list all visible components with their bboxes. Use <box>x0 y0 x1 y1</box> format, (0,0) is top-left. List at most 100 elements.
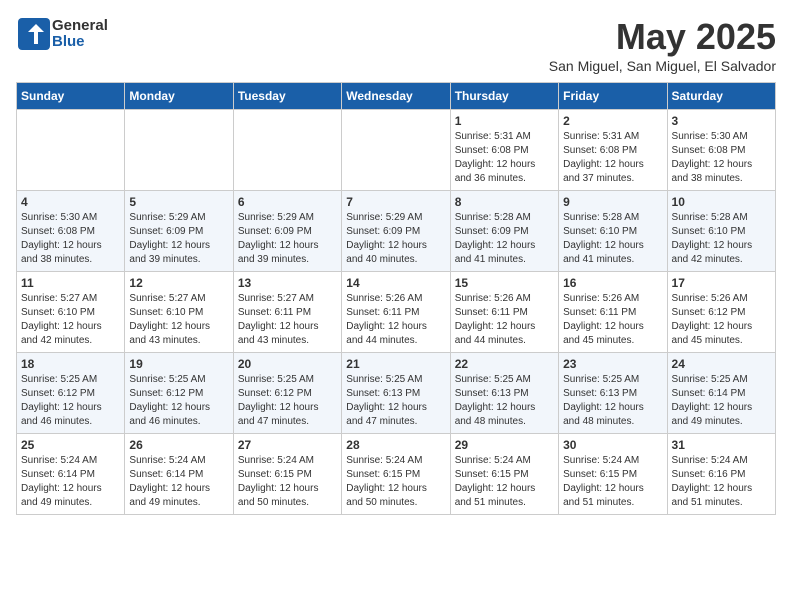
calendar-cell: 10Sunrise: 5:28 AM Sunset: 6:10 PM Dayli… <box>667 191 775 272</box>
day-info: Sunrise: 5:27 AM Sunset: 6:10 PM Dayligh… <box>129 292 228 348</box>
day-number: 3 <box>672 114 771 128</box>
calendar-cell: 15 Sunrise: 5:26 AM Sunset: 6:11 PM Dayli… <box>450 272 558 353</box>
calendar-cell: 27 Sunrise: 5:24 AM Sunset: 6:15 PM Dayli… <box>233 434 341 515</box>
day-info: Sunrise: 5:30 AM Sunset: 6:08 PM Dayligh… <box>672 130 771 186</box>
weekday-header-row: SundayMondayTuesdayWednesdayThursdayFrid… <box>17 83 776 110</box>
day-number: 27 <box>238 438 337 452</box>
day-info: Sunrise: 5:25 AM Sunset: 6:13 PM Dayligh… <box>346 373 445 429</box>
calendar-cell: 11Sunrise: 5:27 AM Sunset: 6:10 PM Dayli… <box>17 272 125 353</box>
day-number: 18 <box>21 357 120 371</box>
day-info: Sunrise: 5:24 AM Sunset: 6:15 PM Dayligh… <box>346 454 445 510</box>
calendar-cell: 5 Sunrise: 5:29 AM Sunset: 6:09 PM Daylig… <box>125 191 233 272</box>
calendar-cell <box>125 110 233 191</box>
calendar-cell: 13 Sunrise: 5:27 AM Sunset: 6:11 PM Dayli… <box>233 272 341 353</box>
title-block: May 2025 San Miguel, San Miguel, El Salv… <box>549 16 776 74</box>
logo-blue: Blue <box>52 34 108 51</box>
calendar-cell: 2Sunrise: 5:31 AM Sunset: 6:08 PM Daylig… <box>559 110 667 191</box>
day-number: 13 <box>238 276 337 290</box>
day-number: 1 <box>455 114 554 128</box>
calendar-week-1: 1Sunrise: 5:31 AM Sunset: 6:08 PM Daylig… <box>17 110 776 191</box>
weekday-header-saturday: Saturday <box>667 83 775 110</box>
calendar-cell: 23 Sunrise: 5:25 AM Sunset: 6:13 PM Dayli… <box>559 353 667 434</box>
calendar-week-5: 25 Sunrise: 5:24 AM Sunset: 6:14 PM Dayli… <box>17 434 776 515</box>
day-number: 25 <box>21 438 120 452</box>
calendar-cell: 26 Sunrise: 5:24 AM Sunset: 6:14 PM Dayli… <box>125 434 233 515</box>
calendar-cell: 14 Sunrise: 5:26 AM Sunset: 6:11 PM Dayli… <box>342 272 450 353</box>
day-info: Sunrise: 5:29 AM Sunset: 6:09 PM Dayligh… <box>238 211 337 267</box>
day-info: Sunrise: 5:25 AM Sunset: 6:12 PM Dayligh… <box>129 373 228 429</box>
day-number: 4 <box>21 195 120 209</box>
month-title: May 2025 <box>549 16 776 58</box>
day-info: Sunrise: 5:25 AM Sunset: 6:13 PM Dayligh… <box>455 373 554 429</box>
logo: General Blue <box>16 16 108 52</box>
day-number: 17 <box>672 276 771 290</box>
day-number: 23 <box>563 357 662 371</box>
day-info: Sunrise: 5:26 AM Sunset: 6:12 PM Dayligh… <box>672 292 771 348</box>
day-info: Sunrise: 5:26 AM Sunset: 6:11 PM Dayligh… <box>563 292 662 348</box>
calendar-cell: 12Sunrise: 5:27 AM Sunset: 6:10 PM Dayli… <box>125 272 233 353</box>
day-info: Sunrise: 5:27 AM Sunset: 6:10 PM Dayligh… <box>21 292 120 348</box>
logo-general: General <box>52 18 108 35</box>
day-info: Sunrise: 5:24 AM Sunset: 6:15 PM Dayligh… <box>238 454 337 510</box>
day-info: Sunrise: 5:28 AM Sunset: 6:10 PM Dayligh… <box>563 211 662 267</box>
day-number: 20 <box>238 357 337 371</box>
day-info: Sunrise: 5:29 AM Sunset: 6:09 PM Dayligh… <box>129 211 228 267</box>
logo-text: General Blue <box>52 18 108 51</box>
day-number: 26 <box>129 438 228 452</box>
day-number: 2 <box>563 114 662 128</box>
logo-icon <box>16 16 52 52</box>
calendar-cell: 3 Sunrise: 5:30 AM Sunset: 6:08 PM Daylig… <box>667 110 775 191</box>
calendar-week-4: 18 Sunrise: 5:25 AM Sunset: 6:12 PM Dayli… <box>17 353 776 434</box>
calendar-cell: 20Sunrise: 5:25 AM Sunset: 6:12 PM Dayli… <box>233 353 341 434</box>
calendar-cell: 9 Sunrise: 5:28 AM Sunset: 6:10 PM Daylig… <box>559 191 667 272</box>
day-info: Sunrise: 5:24 AM Sunset: 6:16 PM Dayligh… <box>672 454 771 510</box>
calendar-cell: 31 Sunrise: 5:24 AM Sunset: 6:16 PM Dayli… <box>667 434 775 515</box>
day-number: 22 <box>455 357 554 371</box>
day-info: Sunrise: 5:28 AM Sunset: 6:09 PM Dayligh… <box>455 211 554 267</box>
location-title: San Miguel, San Miguel, El Salvador <box>549 58 776 74</box>
day-info: Sunrise: 5:25 AM Sunset: 6:14 PM Dayligh… <box>672 373 771 429</box>
calendar-cell: 4 Sunrise: 5:30 AM Sunset: 6:08 PM Daylig… <box>17 191 125 272</box>
calendar-cell: 21Sunrise: 5:25 AM Sunset: 6:13 PM Dayli… <box>342 353 450 434</box>
day-info: Sunrise: 5:26 AM Sunset: 6:11 PM Dayligh… <box>346 292 445 348</box>
calendar-cell: 1Sunrise: 5:31 AM Sunset: 6:08 PM Daylig… <box>450 110 558 191</box>
day-number: 16 <box>563 276 662 290</box>
day-info: Sunrise: 5:26 AM Sunset: 6:11 PM Dayligh… <box>455 292 554 348</box>
day-info: Sunrise: 5:25 AM Sunset: 6:13 PM Dayligh… <box>563 373 662 429</box>
calendar-cell <box>342 110 450 191</box>
calendar-cell: 28 Sunrise: 5:24 AM Sunset: 6:15 PM Dayli… <box>342 434 450 515</box>
day-info: Sunrise: 5:27 AM Sunset: 6:11 PM Dayligh… <box>238 292 337 348</box>
day-info: Sunrise: 5:24 AM Sunset: 6:15 PM Dayligh… <box>455 454 554 510</box>
day-number: 5 <box>129 195 228 209</box>
day-number: 19 <box>129 357 228 371</box>
calendar-table: SundayMondayTuesdayWednesdayThursdayFrid… <box>16 82 776 515</box>
day-number: 7 <box>346 195 445 209</box>
calendar-cell: 25 Sunrise: 5:24 AM Sunset: 6:14 PM Dayli… <box>17 434 125 515</box>
calendar-cell: 17 Sunrise: 5:26 AM Sunset: 6:12 PM Dayli… <box>667 272 775 353</box>
calendar-cell <box>233 110 341 191</box>
calendar-week-3: 11Sunrise: 5:27 AM Sunset: 6:10 PM Dayli… <box>17 272 776 353</box>
day-info: Sunrise: 5:25 AM Sunset: 6:12 PM Dayligh… <box>21 373 120 429</box>
day-info: Sunrise: 5:24 AM Sunset: 6:14 PM Dayligh… <box>129 454 228 510</box>
day-info: Sunrise: 5:24 AM Sunset: 6:15 PM Dayligh… <box>563 454 662 510</box>
day-info: Sunrise: 5:29 AM Sunset: 6:09 PM Dayligh… <box>346 211 445 267</box>
calendar-cell: 24Sunrise: 5:25 AM Sunset: 6:14 PM Dayli… <box>667 353 775 434</box>
calendar-cell: 30Sunrise: 5:24 AM Sunset: 6:15 PM Dayli… <box>559 434 667 515</box>
day-number: 15 <box>455 276 554 290</box>
day-number: 14 <box>346 276 445 290</box>
weekday-header-wednesday: Wednesday <box>342 83 450 110</box>
calendar-cell: 18 Sunrise: 5:25 AM Sunset: 6:12 PM Dayli… <box>17 353 125 434</box>
day-number: 28 <box>346 438 445 452</box>
day-info: Sunrise: 5:30 AM Sunset: 6:08 PM Dayligh… <box>21 211 120 267</box>
day-number: 9 <box>563 195 662 209</box>
calendar-cell: 16 Sunrise: 5:26 AM Sunset: 6:11 PM Dayli… <box>559 272 667 353</box>
weekday-header-tuesday: Tuesday <box>233 83 341 110</box>
calendar-cell <box>17 110 125 191</box>
weekday-header-monday: Monday <box>125 83 233 110</box>
calendar-cell: 7 Sunrise: 5:29 AM Sunset: 6:09 PM Daylig… <box>342 191 450 272</box>
day-number: 31 <box>672 438 771 452</box>
day-info: Sunrise: 5:24 AM Sunset: 6:14 PM Dayligh… <box>21 454 120 510</box>
weekday-header-sunday: Sunday <box>17 83 125 110</box>
calendar-cell: 8Sunrise: 5:28 AM Sunset: 6:09 PM Daylig… <box>450 191 558 272</box>
day-number: 10 <box>672 195 771 209</box>
